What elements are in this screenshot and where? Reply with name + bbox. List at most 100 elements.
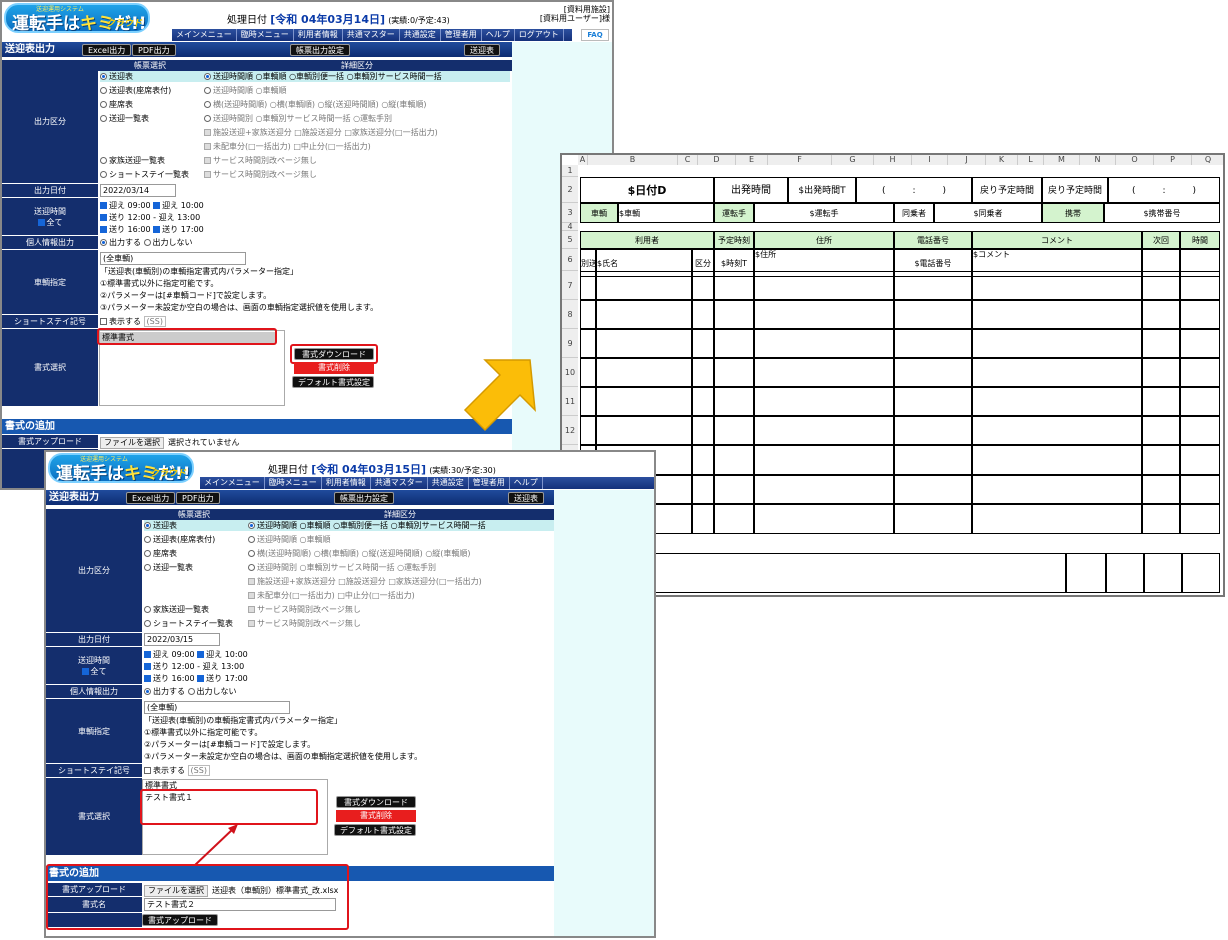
- sheet-cell[interactable]: [1142, 358, 1180, 387]
- col-header[interactable]: J: [948, 155, 986, 165]
- sheet-cell[interactable]: [972, 475, 1142, 504]
- sheet-cell[interactable]: [1142, 416, 1180, 445]
- sheet-cell[interactable]: [894, 416, 972, 445]
- kubun-detail[interactable]: 送迎時間順 ○車輌順: [248, 534, 331, 545]
- cell-dep-t[interactable]: $出発時間T: [788, 177, 856, 203]
- sheet-cell[interactable]: [754, 300, 894, 329]
- sheet-cell[interactable]: [894, 475, 972, 504]
- row-header[interactable]: 12: [562, 416, 578, 445]
- sheet-cell[interactable]: [714, 271, 754, 300]
- kubun-detail[interactable]: 施設送迎+家族送迎分 □施設送迎分 □家族送迎分(□一括出力): [248, 576, 482, 587]
- sheet-cell[interactable]: [596, 416, 692, 445]
- sheet-cell[interactable]: [714, 475, 754, 504]
- cell-date[interactable]: $日付D: [580, 177, 714, 203]
- kubun-row[interactable]: ショートステイ一覧表 サービス時間別改ページ無し: [100, 169, 510, 180]
- sheet-cell[interactable]: [580, 416, 596, 445]
- sheet-cell[interactable]: [1142, 504, 1180, 534]
- kubun-row[interactable]: 座席表 横(送迎時間順) ○横(車輌順) ○縦(送迎時間順) ○縦(車輌順): [100, 99, 510, 110]
- format-delete-button[interactable]: 書式削除: [294, 362, 374, 374]
- cell-paren1[interactable]: ( : ): [856, 177, 972, 203]
- excel-button[interactable]: Excel出力: [82, 44, 132, 56]
- sheet-cell[interactable]: [580, 300, 596, 329]
- cell-paren2[interactable]: ( : ): [1108, 177, 1220, 203]
- sheet-cell[interactable]: [972, 416, 1142, 445]
- menu-item-5[interactable]: 管理者用: [441, 29, 482, 41]
- col-header[interactable]: H: [874, 155, 912, 165]
- form-setting-button[interactable]: 帳票出力設定: [290, 44, 350, 56]
- sheet-cell[interactable]: [692, 445, 714, 475]
- sheet-cell[interactable]: [580, 271, 596, 300]
- sheet-cell[interactable]: [754, 475, 894, 504]
- col-header[interactable]: C: [678, 155, 698, 165]
- sheet-cell[interactable]: [596, 387, 692, 416]
- menu2-item-0[interactable]: メインメニュー: [200, 477, 265, 489]
- sheet-cell[interactable]: [580, 358, 596, 387]
- sheet-cell[interactable]: [714, 300, 754, 329]
- sheet-cell[interactable]: [1180, 416, 1220, 445]
- sheet-cell[interactable]: [692, 329, 714, 358]
- sheet-cell[interactable]: [580, 329, 596, 358]
- kubun-detail[interactable]: 送迎時間順 ○車輌順 ○車輌別便一括 ○車輌別サービス時間一括: [204, 71, 442, 82]
- menu-item-4[interactable]: 共通設定: [400, 29, 441, 41]
- menu-item-1[interactable]: 臨時メニュー: [237, 29, 294, 41]
- sheet-cell[interactable]: [972, 504, 1142, 534]
- col-header[interactable]: L: [1018, 155, 1044, 165]
- format-download-button-2[interactable]: 書式ダウンロード: [336, 796, 416, 808]
- kubun-row[interactable]: 送迎一覧表 送迎時間別 ○車輌別サービス時間一括 ○運転手別: [100, 113, 510, 124]
- cell-driver[interactable]: 運転手: [714, 203, 754, 223]
- row-header[interactable]: 5: [562, 231, 578, 249]
- kubun-row[interactable]: 送迎表 送迎時間順 ○車輌順 ○車輌別便一括 ○車輌別サービス時間一括: [144, 520, 554, 531]
- row-header[interactable]: 4: [562, 223, 578, 231]
- sheet-cell[interactable]: [1142, 475, 1180, 504]
- sheet-cell[interactable]: [754, 445, 894, 475]
- kubun-detail[interactable]: サービス時間別改ページ無し: [248, 618, 361, 629]
- kubun-row[interactable]: ショートステイ一覧表 サービス時間別改ページ無し: [144, 618, 554, 629]
- sheet-cell[interactable]: [754, 416, 894, 445]
- kubun-detail[interactable]: 横(送迎時間順) ○横(車輌順) ○縦(送迎時間順) ○縦(車輌順): [204, 99, 427, 110]
- col-title[interactable]: 予定時刻: [714, 231, 754, 249]
- cell-ret1[interactable]: 戻り予定時間: [972, 177, 1042, 203]
- row-header[interactable]: 7: [562, 271, 578, 300]
- kubun-row[interactable]: 座席表 横(送迎時間順) ○横(車輌順) ○縦(送迎時間順) ○縦(車輌順): [144, 548, 554, 559]
- cell-dep[interactable]: 出発時間: [714, 177, 788, 203]
- menu-item-3[interactable]: 共通マスター: [343, 29, 400, 41]
- sheet-cell[interactable]: [754, 387, 894, 416]
- short-show-2[interactable]: 表示する (SS): [144, 765, 210, 776]
- back-button-2[interactable]: 送迎表: [508, 492, 544, 504]
- menu-item-0[interactable]: メインメニュー: [172, 29, 237, 41]
- kubun-row[interactable]: 送迎表(座席表付) 送迎時間順 ○車輌順: [100, 85, 510, 96]
- sheet-cell[interactable]: [596, 271, 692, 300]
- sheet-cell[interactable]: [972, 358, 1142, 387]
- sheet-cell[interactable]: [972, 271, 1142, 300]
- kubun-row[interactable]: 送迎一覧表 送迎時間別 ○車輌別サービス時間一括 ○運転手別: [144, 562, 554, 573]
- row-header[interactable]: 9: [562, 329, 578, 358]
- format-default-button-2[interactable]: デフォルト書式設定: [334, 824, 416, 836]
- sheet-cell[interactable]: [1142, 445, 1180, 475]
- time-row-1-2[interactable]: 迎え 09:00 迎え 10:00: [144, 649, 248, 660]
- sheet-cell[interactable]: [1180, 387, 1220, 416]
- row-header[interactable]: 10: [562, 358, 578, 387]
- menu2-item-4[interactable]: 共通設定: [428, 477, 469, 489]
- col-header[interactable]: I: [912, 155, 948, 165]
- sheet-cell[interactable]: [580, 387, 596, 416]
- col-header[interactable]: A: [578, 155, 588, 165]
- form-setting-button-2[interactable]: 帳票出力設定: [334, 492, 394, 504]
- sheet-cell[interactable]: [1180, 329, 1220, 358]
- personal-radio[interactable]: 出力する 出力しない: [100, 237, 193, 248]
- format-delete-button-2[interactable]: 書式削除: [336, 810, 416, 822]
- sheet-cell[interactable]: [596, 329, 692, 358]
- kubun-row[interactable]: 家族送迎一覧表 サービス時間別改ページ無し: [100, 155, 510, 166]
- menu2-item-6[interactable]: ヘルプ: [510, 477, 543, 489]
- sheet-cell[interactable]: [972, 329, 1142, 358]
- menu2-item-3[interactable]: 共通マスター: [371, 477, 428, 489]
- excel-button-2[interactable]: Excel出力: [126, 492, 176, 504]
- vehicle-select[interactable]: (全車輌): [100, 252, 246, 265]
- sheet-cell[interactable]: [714, 358, 754, 387]
- format-default-button[interactable]: デフォルト書式設定: [292, 376, 374, 388]
- cell-car-v[interactable]: $車輌: [618, 203, 714, 223]
- sheet-cell[interactable]: [894, 387, 972, 416]
- cell-tel-v[interactable]: $携帯番号: [1104, 203, 1220, 223]
- col-header[interactable]: O: [1116, 155, 1154, 165]
- sheet-cell[interactable]: [972, 445, 1142, 475]
- time-row-3[interactable]: 送り 16:00 送り 17:00: [100, 224, 204, 235]
